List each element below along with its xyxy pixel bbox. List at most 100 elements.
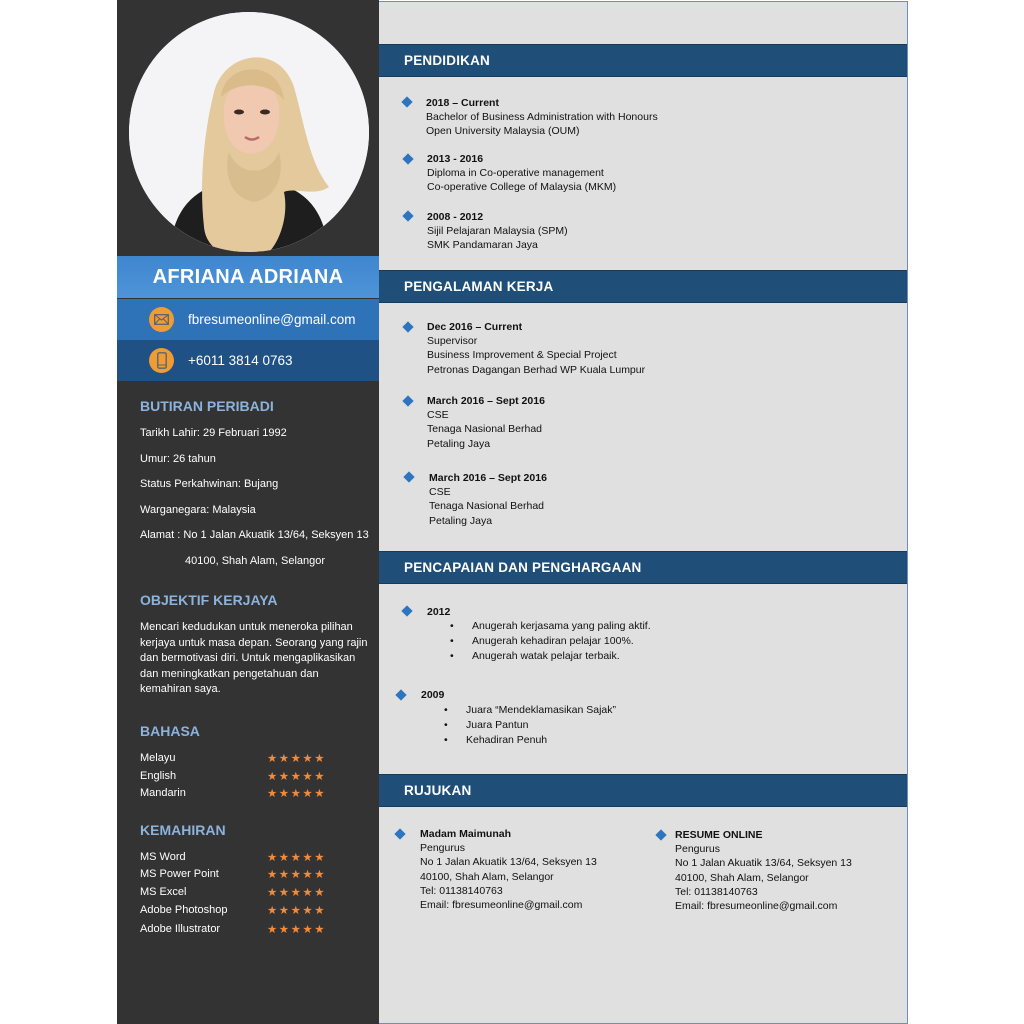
star-rating: ★★★★★ [267, 852, 327, 864]
entry-line: CSE [427, 409, 449, 422]
objective-line: dan meningkatkan pengetahuan dan [140, 667, 319, 680]
entry-line: Petaling Jaya [427, 437, 491, 450]
entry-period: 2018 – Current [426, 97, 499, 109]
star-rating: ★★★★★ [267, 887, 327, 899]
entry-line: Diploma in Co-operative management [427, 167, 604, 180]
section-title: PENCAPAIAN DAN PENGHARGAAN [404, 560, 642, 575]
entry-line: Petaling Jaya [429, 514, 493, 527]
reference-name: Madam Maimunah [420, 828, 512, 840]
phone-text[interactable]: +6011 3814 0763 [188, 353, 292, 368]
diamond-bullet-icon [401, 605, 413, 617]
personal-heading: BUTIRAN PERIBADI [140, 398, 274, 414]
reference-email[interactable]: Email: fbresumeonline@gmail.com [675, 899, 852, 913]
entry-period: Dec 2016 – Current [427, 321, 523, 333]
experience-entry: March 2016 – Sept 2016 CSE Tenaga Nasion… [429, 471, 547, 528]
education-entry: 2008 - 2012 Sijil Pelajaran Malaysia (SP… [427, 210, 568, 253]
section-title: RUJUKAN [404, 783, 472, 798]
email-text[interactable]: fbresumeonline@gmail.com [188, 312, 356, 327]
reference-line: Pengurus [420, 842, 465, 855]
candidate-name: AFRIANA ADRIANA [152, 265, 344, 288]
birthdate: Tarikh Lahir: 29 Februari 1992 [140, 427, 287, 439]
achievement-item: Juara Pantun [444, 718, 616, 733]
education-entry: 2018 – Current Bachelor of Business Admi… [426, 96, 658, 139]
sidebar: AFRIANA ADRIANA fbresumeonline@gmail.com… [117, 0, 379, 1024]
entry-period: 2013 - 2016 [427, 153, 484, 165]
star-rating: ★★★★★ [267, 905, 327, 917]
objective-line: kemahiran saya. [140, 683, 221, 695]
reference-line: 40100, Shah Alam, Selangor [675, 871, 809, 884]
achievement-list: Anugerah kerjasama yang paling aktif. An… [450, 619, 651, 664]
age: Umur: 26 tahun [140, 453, 216, 465]
reference-line: Tel: 01138140763 [420, 884, 503, 897]
entry-line: Petronas Dagangan Berhad WP Kuala Lumpur [427, 363, 646, 376]
entry-period: March 2016 – Sept 2016 [429, 472, 547, 484]
diamond-bullet-icon [402, 321, 414, 333]
entry-period: 2008 - 2012 [427, 211, 484, 223]
skill-label: Adobe Illustrator [140, 923, 221, 935]
language-rating-row: English ★★★★★ [140, 770, 340, 786]
skill-rating-row: MS Power Point ★★★★★ [140, 868, 340, 884]
email-row[interactable]: fbresumeonline@gmail.com [117, 299, 379, 340]
languages-heading: BAHASA [140, 723, 200, 739]
smartphone-icon [149, 348, 174, 373]
entry-line: SMK Pandamaran Jaya [427, 239, 538, 252]
reference-entry: Madam Maimunah Pengurus No 1 Jalan Akuat… [420, 827, 597, 912]
skill-label: Adobe Photoshop [140, 904, 228, 916]
diamond-bullet-icon [655, 829, 667, 841]
experience-section-header: PENGALAMAN KERJA [379, 270, 907, 303]
entry-period: 2012 [427, 606, 451, 618]
achievement-item: Juara “Mendeklamasikan Sajak” [444, 703, 616, 718]
phone-row[interactable]: +6011 3814 0763 [117, 340, 379, 381]
entry-line: Supervisor [427, 335, 478, 348]
diamond-bullet-icon [402, 210, 414, 222]
achievements-section-header: PENCAPAIAN DAN PENGHARGAAN [379, 551, 907, 584]
reference-line: Pengurus [675, 843, 720, 856]
skill-rating-row: Adobe Illustrator ★★★★★ [140, 923, 340, 939]
name-banner: AFRIANA ADRIANA [117, 256, 379, 298]
reference-entry: RESUME ONLINE Pengurus No 1 Jalan Akuati… [675, 828, 852, 913]
diamond-bullet-icon [394, 828, 406, 840]
achievement-item: Anugerah watak pelajar terbaik. [450, 649, 651, 664]
references-section-header: RUJUKAN [379, 774, 907, 807]
star-rating: ★★★★★ [267, 788, 327, 800]
address-line-2: 40100, Shah Alam, Selangor [185, 555, 326, 567]
diamond-bullet-icon [402, 395, 414, 407]
diamond-bullet-icon [401, 96, 413, 108]
entry-line: Bachelor of Business Administration with… [426, 111, 658, 124]
entry-line: Tenaga Nasional Berhad [427, 423, 542, 436]
education-entry: 2013 - 2016 Diploma in Co-operative mana… [427, 152, 616, 195]
skill-rating-row: MS Excel ★★★★★ [140, 886, 340, 902]
reference-line: No 1 Jalan Akuatik 13/64, Seksyen 13 [675, 857, 852, 870]
diamond-bullet-icon [395, 689, 407, 701]
main-content: PENDIDIKAN 2018 – Current Bachelor of Bu… [379, 1, 908, 1024]
star-rating: ★★★★★ [267, 869, 327, 881]
objective-line: Mencari kedudukan untuk meneroka pilihan [140, 621, 353, 633]
language-rating-row: Melayu ★★★★★ [140, 752, 340, 768]
objective-line: kerjaya untuk masa depan. Seorang yang r… [140, 636, 368, 649]
objective-heading: OBJEKTIF KERJAYA [140, 592, 278, 608]
section-title: PENDIDIKAN [404, 53, 491, 68]
address-line-1: Alamat : No 1 Jalan Akuatik 13/64, Seksy… [140, 529, 369, 541]
profile-photo-illustration [129, 12, 369, 252]
achievement-item: Anugerah kehadiran pelajar 100%. [450, 634, 651, 649]
objective-text: Mencari kedudukan untuk meneroka pilihan… [140, 620, 370, 698]
experience-entry: Dec 2016 – Current Supervisor Business I… [427, 320, 645, 377]
entry-line: CSE [429, 486, 451, 499]
language-label: English [140, 770, 177, 782]
reference-name: RESUME ONLINE [675, 829, 763, 841]
achievement-year: 2009 [421, 688, 444, 702]
language-label: Mandarin [140, 787, 186, 799]
star-rating: ★★★★★ [267, 753, 327, 765]
achievement-year: 2012 [427, 605, 450, 619]
reference-line: No 1 Jalan Akuatik 13/64, Seksyen 13 [420, 856, 597, 869]
experience-entry: March 2016 – Sept 2016 CSE Tenaga Nasion… [427, 394, 545, 451]
language-rating-row: Mandarin ★★★★★ [140, 787, 340, 803]
entry-line: Open University Malaysia (OUM) [426, 125, 580, 138]
language-label: Melayu [140, 752, 176, 764]
achievement-item: Kehadiran Penuh [444, 733, 616, 748]
achievement-item: Anugerah kerjasama yang paling aktif. [450, 619, 651, 634]
star-rating: ★★★★★ [267, 924, 327, 936]
skill-rating-row: MS Word ★★★★★ [140, 851, 340, 867]
nationality: Warganegara: Malaysia [140, 504, 256, 516]
reference-email[interactable]: Email: fbresumeonline@gmail.com [420, 898, 597, 912]
